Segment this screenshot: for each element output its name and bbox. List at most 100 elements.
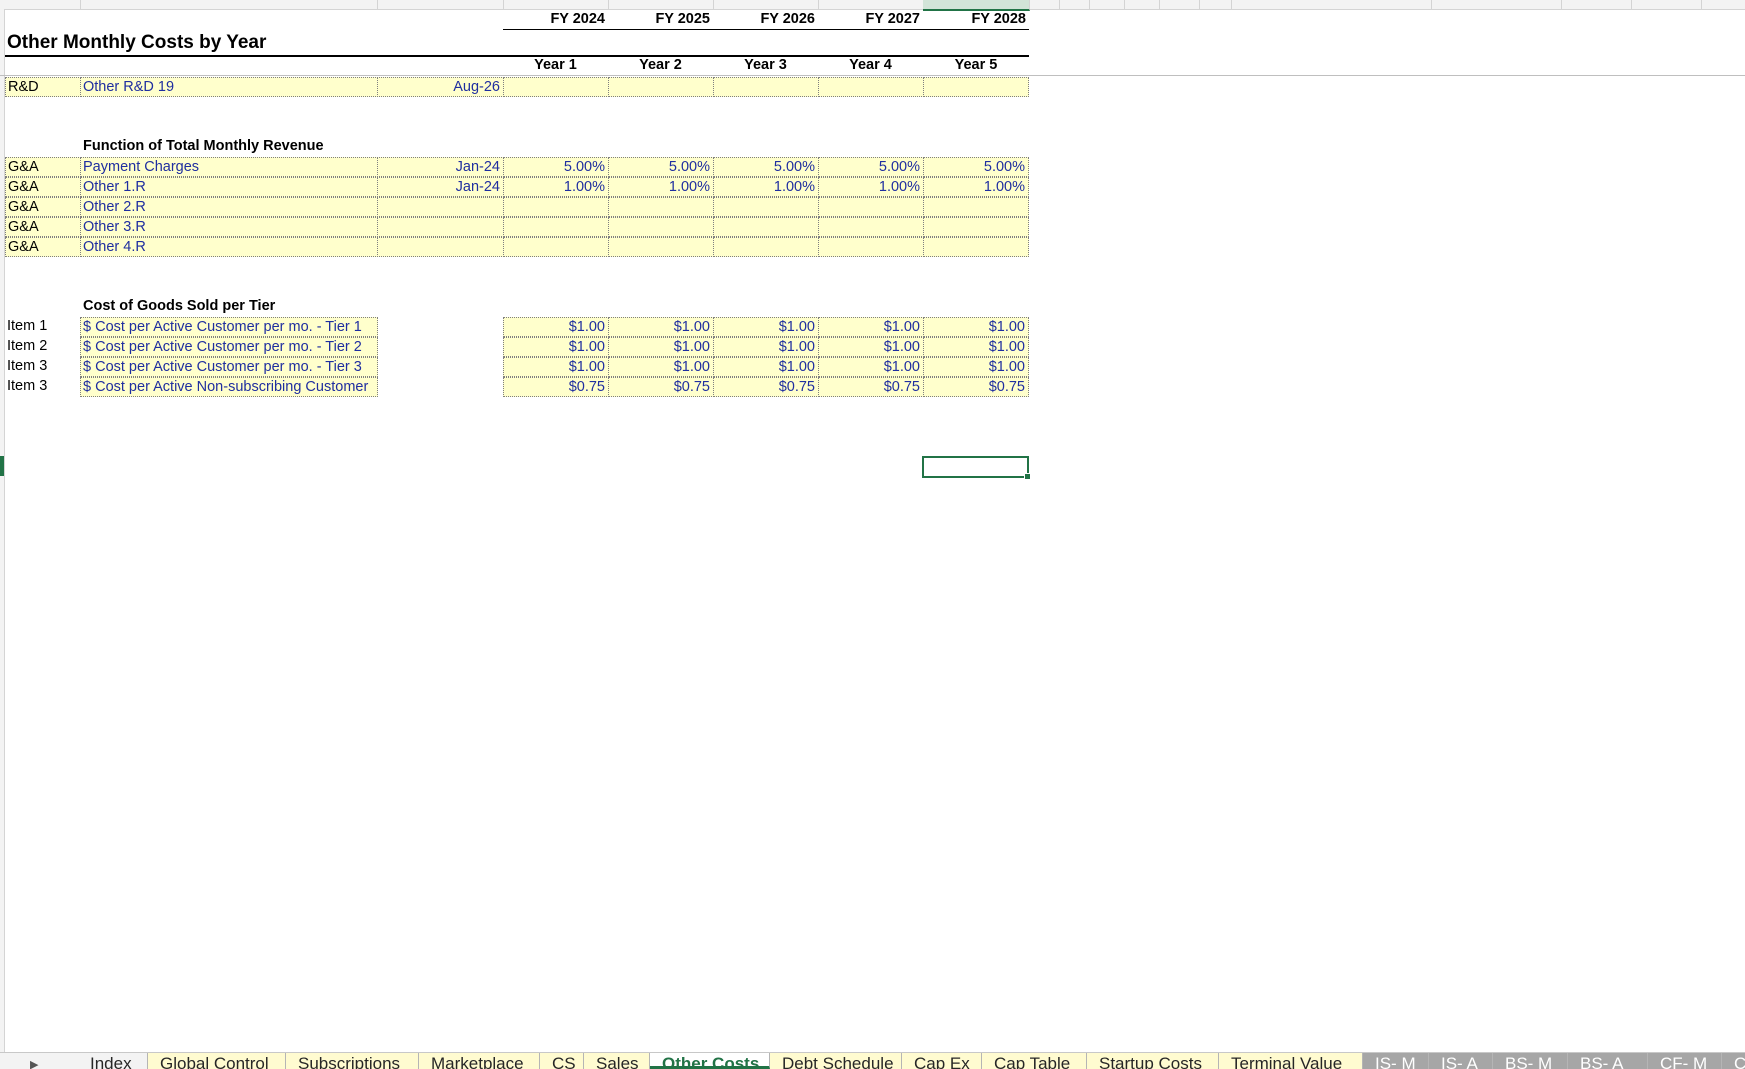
column-header-g[interactable] bbox=[818, 0, 924, 9]
tab-16[interactable]: CF- M bbox=[1648, 1053, 1722, 1069]
row-value-cell[interactable]: 5.00% bbox=[923, 157, 1029, 177]
row-value-cell[interactable]: $0.75 bbox=[923, 377, 1029, 397]
column-header-k[interactable] bbox=[1089, 0, 1125, 9]
tab-7[interactable]: Debt Schedule bbox=[770, 1053, 902, 1069]
row-value-cell[interactable] bbox=[818, 237, 924, 257]
tab-9[interactable]: Cap Table bbox=[982, 1053, 1087, 1069]
active-cell-selection[interactable] bbox=[922, 456, 1031, 480]
column-header-s[interactable] bbox=[1701, 0, 1745, 9]
row-value-cell[interactable] bbox=[923, 77, 1029, 97]
row-value-cell[interactable]: $1.00 bbox=[503, 317, 609, 337]
row-value-cell[interactable]: $1.00 bbox=[608, 357, 714, 377]
row-value-cell[interactable]: 5.00% bbox=[713, 157, 819, 177]
row-value-cell[interactable]: $1.00 bbox=[608, 317, 714, 337]
row-name-cell[interactable]: Other 3.R bbox=[80, 217, 378, 237]
row-value-cell[interactable] bbox=[503, 197, 609, 217]
row-value-cell[interactable]: 1.00% bbox=[503, 177, 609, 197]
row-date-cell[interactable]: Jan-24 bbox=[377, 177, 504, 197]
row-value-cell[interactable] bbox=[713, 217, 819, 237]
column-header-i[interactable] bbox=[1029, 0, 1060, 9]
tab-14[interactable]: BS- M bbox=[1493, 1053, 1568, 1069]
tab-10[interactable]: Startup Costs bbox=[1087, 1053, 1219, 1069]
row-date-cell[interactable] bbox=[377, 217, 504, 237]
row-date-cell[interactable] bbox=[377, 197, 504, 217]
row-value-cell[interactable]: $1.00 bbox=[818, 337, 924, 357]
row-value-cell[interactable]: $1.00 bbox=[923, 337, 1029, 357]
row-value-cell[interactable] bbox=[818, 197, 924, 217]
row-value-cell[interactable]: 1.00% bbox=[818, 177, 924, 197]
column-header-e[interactable] bbox=[608, 0, 714, 9]
row-date-cell[interactable]: Aug-26 bbox=[377, 77, 504, 97]
column-header-j[interactable] bbox=[1059, 0, 1090, 9]
column-header-a[interactable] bbox=[0, 0, 81, 9]
row-value-cell[interactable]: $0.75 bbox=[608, 377, 714, 397]
row-name-cell[interactable]: $ Cost per Active Non-subscribing Custom… bbox=[80, 377, 378, 397]
column-header-r[interactable] bbox=[1631, 0, 1702, 9]
tab-3[interactable]: Marketplace bbox=[419, 1053, 540, 1069]
row-value-cell[interactable]: $1.00 bbox=[713, 357, 819, 377]
tab-15[interactable]: BS- A bbox=[1568, 1053, 1648, 1069]
row-value-cell[interactable] bbox=[818, 77, 924, 97]
row-item-cell[interactable]: Item 3 bbox=[5, 377, 81, 397]
row-value-cell[interactable]: $1.00 bbox=[713, 337, 819, 357]
row-name-cell[interactable]: $ Cost per Active Customer per mo. - Tie… bbox=[80, 357, 378, 377]
row-date-cell[interactable]: Jan-24 bbox=[377, 157, 504, 177]
column-header-p[interactable] bbox=[1431, 0, 1562, 9]
row-name-cell[interactable]: $ Cost per Active Customer per mo. - Tie… bbox=[80, 337, 378, 357]
row-value-cell[interactable] bbox=[923, 237, 1029, 257]
row-value-cell[interactable]: 5.00% bbox=[818, 157, 924, 177]
row-value-cell[interactable]: $1.00 bbox=[818, 357, 924, 377]
row-value-cell[interactable]: $1.00 bbox=[818, 317, 924, 337]
row-value-cell[interactable]: $1.00 bbox=[923, 357, 1029, 377]
tab-2[interactable]: Subscriptions bbox=[286, 1053, 419, 1069]
row-value-cell[interactable]: $1.00 bbox=[713, 317, 819, 337]
row-value-cell[interactable] bbox=[503, 237, 609, 257]
row-value-cell[interactable] bbox=[608, 237, 714, 257]
row-value-cell[interactable]: $1.00 bbox=[503, 357, 609, 377]
row-value-cell[interactable]: $1.00 bbox=[503, 337, 609, 357]
column-header-l[interactable] bbox=[1124, 0, 1160, 9]
row-value-cell[interactable]: 5.00% bbox=[608, 157, 714, 177]
column-header-n[interactable] bbox=[1199, 0, 1232, 9]
column-header-o[interactable] bbox=[1231, 0, 1432, 9]
row-name-cell[interactable]: $ Cost per Active Customer per mo. - Tie… bbox=[80, 317, 378, 337]
row-item-cell[interactable]: Item 2 bbox=[5, 337, 81, 357]
row-value-cell[interactable] bbox=[503, 77, 609, 97]
row-value-cell[interactable]: $1.00 bbox=[608, 337, 714, 357]
column-header-b[interactable] bbox=[80, 0, 378, 9]
row-value-cell[interactable]: 1.00% bbox=[923, 177, 1029, 197]
tab-1[interactable]: Global Control bbox=[148, 1053, 286, 1069]
row-value-cell[interactable] bbox=[818, 217, 924, 237]
tab-5[interactable]: Sales bbox=[584, 1053, 650, 1069]
row-date-cell[interactable] bbox=[377, 237, 504, 257]
row-dept-cell[interactable]: G&A bbox=[5, 237, 81, 257]
row-value-cell[interactable] bbox=[713, 77, 819, 97]
row-name-cell[interactable]: Other R&D 19 bbox=[80, 77, 378, 97]
row-value-cell[interactable] bbox=[713, 197, 819, 217]
tab-12[interactable]: IS- M bbox=[1363, 1053, 1429, 1069]
row-dept-cell[interactable]: G&A bbox=[5, 177, 81, 197]
row-value-cell[interactable]: $1.00 bbox=[923, 317, 1029, 337]
row-name-cell[interactable]: Other 1.R bbox=[80, 177, 378, 197]
row-value-cell[interactable]: $0.75 bbox=[818, 377, 924, 397]
row-value-cell[interactable] bbox=[503, 217, 609, 237]
row-name-cell[interactable]: Other 4.R bbox=[80, 237, 378, 257]
row-dept-cell[interactable]: G&A bbox=[5, 157, 81, 177]
triangle-right-icon[interactable]: ▶ bbox=[30, 1053, 38, 1069]
row-value-cell[interactable] bbox=[608, 217, 714, 237]
row-value-cell[interactable]: $0.75 bbox=[713, 377, 819, 397]
tab-0[interactable]: Index bbox=[78, 1053, 148, 1069]
row-dept-cell[interactable]: R&D bbox=[5, 77, 81, 97]
row-value-cell[interactable] bbox=[713, 237, 819, 257]
tab-8[interactable]: Cap Ex bbox=[902, 1053, 982, 1069]
tab-11[interactable]: Terminal Value bbox=[1219, 1053, 1363, 1069]
row-value-cell[interactable] bbox=[923, 217, 1029, 237]
tab-17[interactable]: CF bbox=[1722, 1053, 1745, 1069]
row-value-cell[interactable] bbox=[608, 197, 714, 217]
row-value-cell[interactable]: 5.00% bbox=[503, 157, 609, 177]
fill-handle[interactable] bbox=[1024, 473, 1031, 480]
column-header-c[interactable] bbox=[377, 0, 504, 9]
column-header-d[interactable] bbox=[503, 0, 609, 9]
column-header-q[interactable] bbox=[1561, 0, 1632, 9]
tab-4[interactable]: CS bbox=[540, 1053, 584, 1069]
